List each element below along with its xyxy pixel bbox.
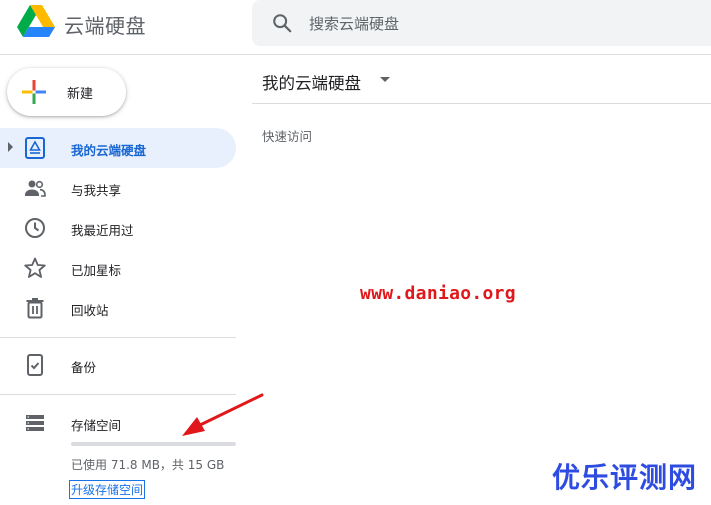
google-drive-logo-icon[interactable] — [17, 5, 55, 39]
app-title: 云端硬盘 — [64, 14, 146, 38]
sidebar-item-my-drive[interactable]: 我的云端硬盘 — [0, 128, 236, 168]
shared-people-icon — [25, 180, 46, 197]
search-box[interactable]: 搜索云端硬盘 — [252, 0, 711, 46]
sidebar-item-label: 备份 — [71, 360, 97, 375]
clock-icon — [25, 218, 45, 238]
plus-icon — [22, 80, 46, 104]
red-arrow-annotation-icon — [182, 393, 264, 436]
sidebar-item-label: 我最近用过 — [71, 223, 134, 238]
watermark-url: www.daniao.org — [360, 283, 516, 304]
search-input[interactable]: 搜索云端硬盘 — [309, 13, 399, 34]
my-drive-icon — [25, 137, 45, 159]
sidebar-item-label: 存储空间 — [71, 418, 122, 433]
caret-down-icon[interactable] — [380, 77, 390, 82]
backup-device-icon — [27, 354, 43, 376]
sidebar-item-label: 已加星标 — [71, 263, 122, 278]
main-divider — [252, 103, 711, 104]
sidebar-item-label: 回收站 — [71, 303, 109, 318]
expand-arrow-icon[interactable] — [8, 142, 13, 152]
search-icon[interactable] — [271, 12, 293, 34]
sidebar-item-shared-with-me[interactable]: 与我共享 — [0, 168, 236, 208]
upgrade-storage-link[interactable]: 升级存储空间 — [69, 480, 146, 499]
sidebar-item-label: 我的云端硬盘 — [71, 143, 147, 158]
page-title[interactable]: 我的云端硬盘 — [262, 70, 361, 94]
watermark-brand: 优乐评测网 — [552, 461, 698, 494]
sidebar-item-label: 与我共享 — [71, 183, 122, 198]
quick-access-heading: 快速访问 — [262, 129, 313, 144]
storage-icon — [26, 415, 44, 431]
trash-icon — [26, 298, 44, 319]
storage-progress-bar — [71, 442, 236, 446]
storage-usage-text: 已使用 71.8 MB，共 15 GB — [71, 458, 225, 472]
sidebar-item-trash[interactable]: 回收站 — [0, 288, 236, 328]
sidebar-item-backups[interactable]: 备份 — [0, 345, 236, 385]
new-button[interactable]: 新建 — [7, 68, 126, 116]
sidebar-item-starred[interactable]: 已加星标 — [0, 248, 236, 288]
sidebar-divider — [0, 337, 236, 338]
star-icon — [24, 257, 46, 278]
top-header: 云端硬盘 搜索云端硬盘 — [0, 0, 711, 55]
new-button-label: 新建 — [67, 87, 94, 102]
sidebar-item-recent[interactable]: 我最近用过 — [0, 208, 236, 248]
